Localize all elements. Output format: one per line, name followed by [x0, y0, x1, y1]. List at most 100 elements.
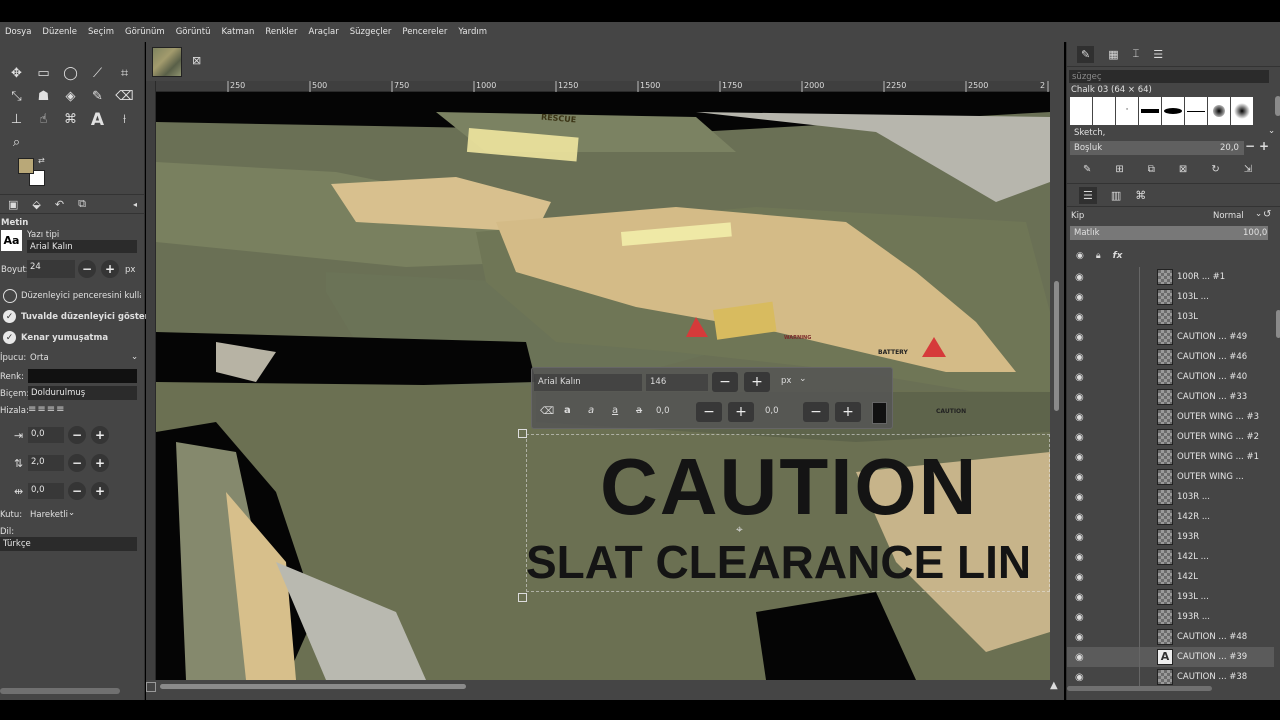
brush-swatch[interactable] [1231, 97, 1253, 125]
paintbrush-tool-icon[interactable]: ✎ [84, 85, 111, 108]
visibility-eye-icon[interactable]: ◉ [1075, 632, 1084, 643]
layer-row[interactable]: ◉ OUTER WING ... #3 [1067, 407, 1274, 427]
duplicate-brush-icon[interactable]: ⧉ [1148, 164, 1155, 175]
brushes-tab-icon[interactable]: ✎ [1077, 45, 1095, 63]
document-history-tab-icon[interactable]: ☰ [1153, 48, 1163, 61]
layer-row[interactable]: ◉ 103L ... [1067, 287, 1274, 307]
visibility-eye-icon[interactable]: ◉ [1075, 672, 1084, 683]
line-spacing-decrease-button[interactable]: − [68, 454, 86, 472]
menu-filters[interactable]: Süzgeçler [350, 27, 392, 37]
italic-icon[interactable]: a [588, 405, 594, 416]
size-unit[interactable]: px [125, 265, 135, 275]
images-tab-icon[interactable]: ⧉ [78, 197, 86, 211]
hinting-select[interactable]: Orta [30, 353, 49, 363]
baseline-increase-button[interactable]: + [728, 402, 754, 422]
use-editor-checkbox[interactable] [3, 289, 17, 303]
layer-row[interactable]: ◉ CAUTION ... #40 [1067, 367, 1274, 387]
text-color-button[interactable] [28, 369, 137, 383]
brush-swatch[interactable] [1185, 97, 1207, 125]
toolbar-size-increase-button[interactable]: + [744, 372, 770, 392]
clear-style-icon[interactable]: ⌫ [540, 406, 554, 417]
menu-layer[interactable]: Katman [222, 27, 255, 37]
layer-row[interactable]: ◉ 142L [1067, 567, 1274, 587]
antialias-checkbox[interactable]: ✓ [3, 331, 16, 344]
horizontal-scroll-thumb[interactable] [160, 684, 466, 689]
indent-increase-button[interactable]: + [91, 426, 109, 444]
visibility-eye-icon[interactable]: ◉ [1075, 412, 1084, 423]
brush-swatch[interactable] [1139, 97, 1161, 125]
visibility-eye-icon[interactable]: ◉ [1075, 272, 1084, 283]
fonts-tab-icon[interactable]: ⌶ [1133, 47, 1140, 61]
layer-row[interactable]: ◉ 193L ... [1067, 587, 1274, 607]
quick-mask-toggle-icon[interactable] [146, 682, 156, 692]
text-tool-icon[interactable]: A [84, 108, 111, 131]
delete-brush-icon[interactable]: ⊠ [1179, 164, 1187, 175]
visibility-eye-icon[interactable]: ◉ [1075, 332, 1084, 343]
spacing-decrease-button[interactable]: − [1245, 139, 1255, 153]
layer-row[interactable]: ◉ CAUTION ... #46 [1067, 347, 1274, 367]
menu-help[interactable]: Yardım [458, 27, 487, 37]
menu-file[interactable]: Dosya [5, 27, 31, 37]
vertical-scroll-thumb[interactable] [1054, 281, 1059, 411]
toolbar-font-field[interactable]: Arial Kalın [534, 374, 642, 391]
font-field[interactable]: Arial Kalın [27, 240, 137, 253]
canvas-horizontal-scrollbar[interactable]: ▲ [146, 680, 1064, 700]
brush-swatch[interactable] [1162, 97, 1184, 125]
fuzzy-select-tool-icon[interactable]: ⟋ [84, 62, 111, 85]
caution-text[interactable]: CAUTION [600, 442, 978, 532]
new-brush-icon[interactable]: ⊞ [1115, 164, 1123, 175]
brush-swatch[interactable] [1093, 97, 1115, 125]
device-status-tab-icon[interactable]: ⬙ [32, 198, 40, 211]
letter-spacing-field[interactable]: 0,0 [28, 483, 64, 499]
visibility-eye-icon[interactable]: ◉ [1075, 512, 1084, 523]
layers-horizontal-scrollbar[interactable] [1067, 686, 1212, 691]
brush-tag-field[interactable]: Sketch, [1074, 128, 1105, 138]
kerning-decrease-button[interactable]: − [803, 402, 829, 422]
layer-row[interactable]: ◉ 103R ... [1067, 487, 1274, 507]
visibility-eye-icon[interactable]: ◉ [1075, 492, 1084, 503]
menu-select[interactable]: Seçim [88, 27, 114, 37]
visibility-eye-icon[interactable]: ◉ [1075, 432, 1084, 443]
visibility-eye-icon[interactable]: ◉ [1075, 572, 1084, 583]
crop-tool-icon[interactable]: ⌗ [111, 62, 138, 85]
layer-row[interactable]: ◉ CAUTION ... #48 [1067, 627, 1274, 647]
layer-row[interactable]: ◉ 100R ... #1 [1067, 267, 1274, 287]
image-thumbnail[interactable] [152, 47, 182, 77]
paths-tool-icon[interactable]: ⌘ [57, 108, 84, 131]
menu-windows[interactable]: Pencereler [402, 27, 447, 37]
zoom-tool-icon[interactable]: ⌕ [3, 131, 30, 154]
visibility-eye-icon[interactable]: ◉ [1075, 372, 1084, 383]
canvas-vertical-scrollbar[interactable] [1050, 81, 1064, 681]
channels-tab-icon[interactable]: ▥ [1111, 189, 1121, 202]
baseline-decrease-button[interactable]: − [696, 402, 722, 422]
menu-edit[interactable]: Düzenle [42, 27, 77, 37]
lock-visibility-icon[interactable]: ◉ [1076, 251, 1084, 261]
configure-tab-icon[interactable]: ◂ [133, 200, 137, 209]
layer-row[interactable]: ◉ 193R [1067, 527, 1274, 547]
visibility-eye-icon[interactable]: ◉ [1075, 352, 1084, 363]
toolbar-size-decrease-button[interactable]: − [712, 372, 738, 392]
strikethrough-icon[interactable]: a [636, 405, 642, 416]
layer-row[interactable]: ◉ 142R ... [1067, 507, 1274, 527]
visibility-eye-icon[interactable]: ◉ [1075, 592, 1084, 603]
canvas-editor-checkbox[interactable]: ✓ [3, 310, 16, 323]
undo-history-tab-icon[interactable]: ↶ [55, 198, 64, 211]
rect-select-tool-icon[interactable]: ▭ [30, 62, 57, 85]
layer-row[interactable]: ◉ 142L ... [1067, 547, 1274, 567]
visibility-eye-icon[interactable]: ◉ [1075, 312, 1084, 323]
menu-tools[interactable]: Araçlar [309, 27, 339, 37]
move-tool-icon[interactable]: ✥ [3, 62, 30, 85]
edit-brush-icon[interactable]: ✎ [1083, 164, 1091, 175]
kerning-increase-button[interactable]: + [835, 402, 861, 422]
left-dock-scrollbar[interactable] [0, 688, 120, 694]
size-field[interactable]: 24 [27, 260, 75, 278]
brush-swatch[interactable] [1070, 97, 1092, 125]
letter-spacing-decrease-button[interactable]: − [68, 482, 86, 500]
underline-icon[interactable]: a [612, 405, 618, 416]
layers-scrollbar[interactable] [1276, 310, 1280, 338]
toolbar-color-button[interactable] [872, 402, 887, 424]
box-select[interactable]: Hareketli [30, 510, 68, 520]
language-field[interactable]: Türkçe [0, 537, 137, 551]
layer-row[interactable]: ◉ A CAUTION ... #39 [1067, 647, 1274, 667]
brush-filter-input[interactable]: süzgeç [1069, 70, 1269, 83]
